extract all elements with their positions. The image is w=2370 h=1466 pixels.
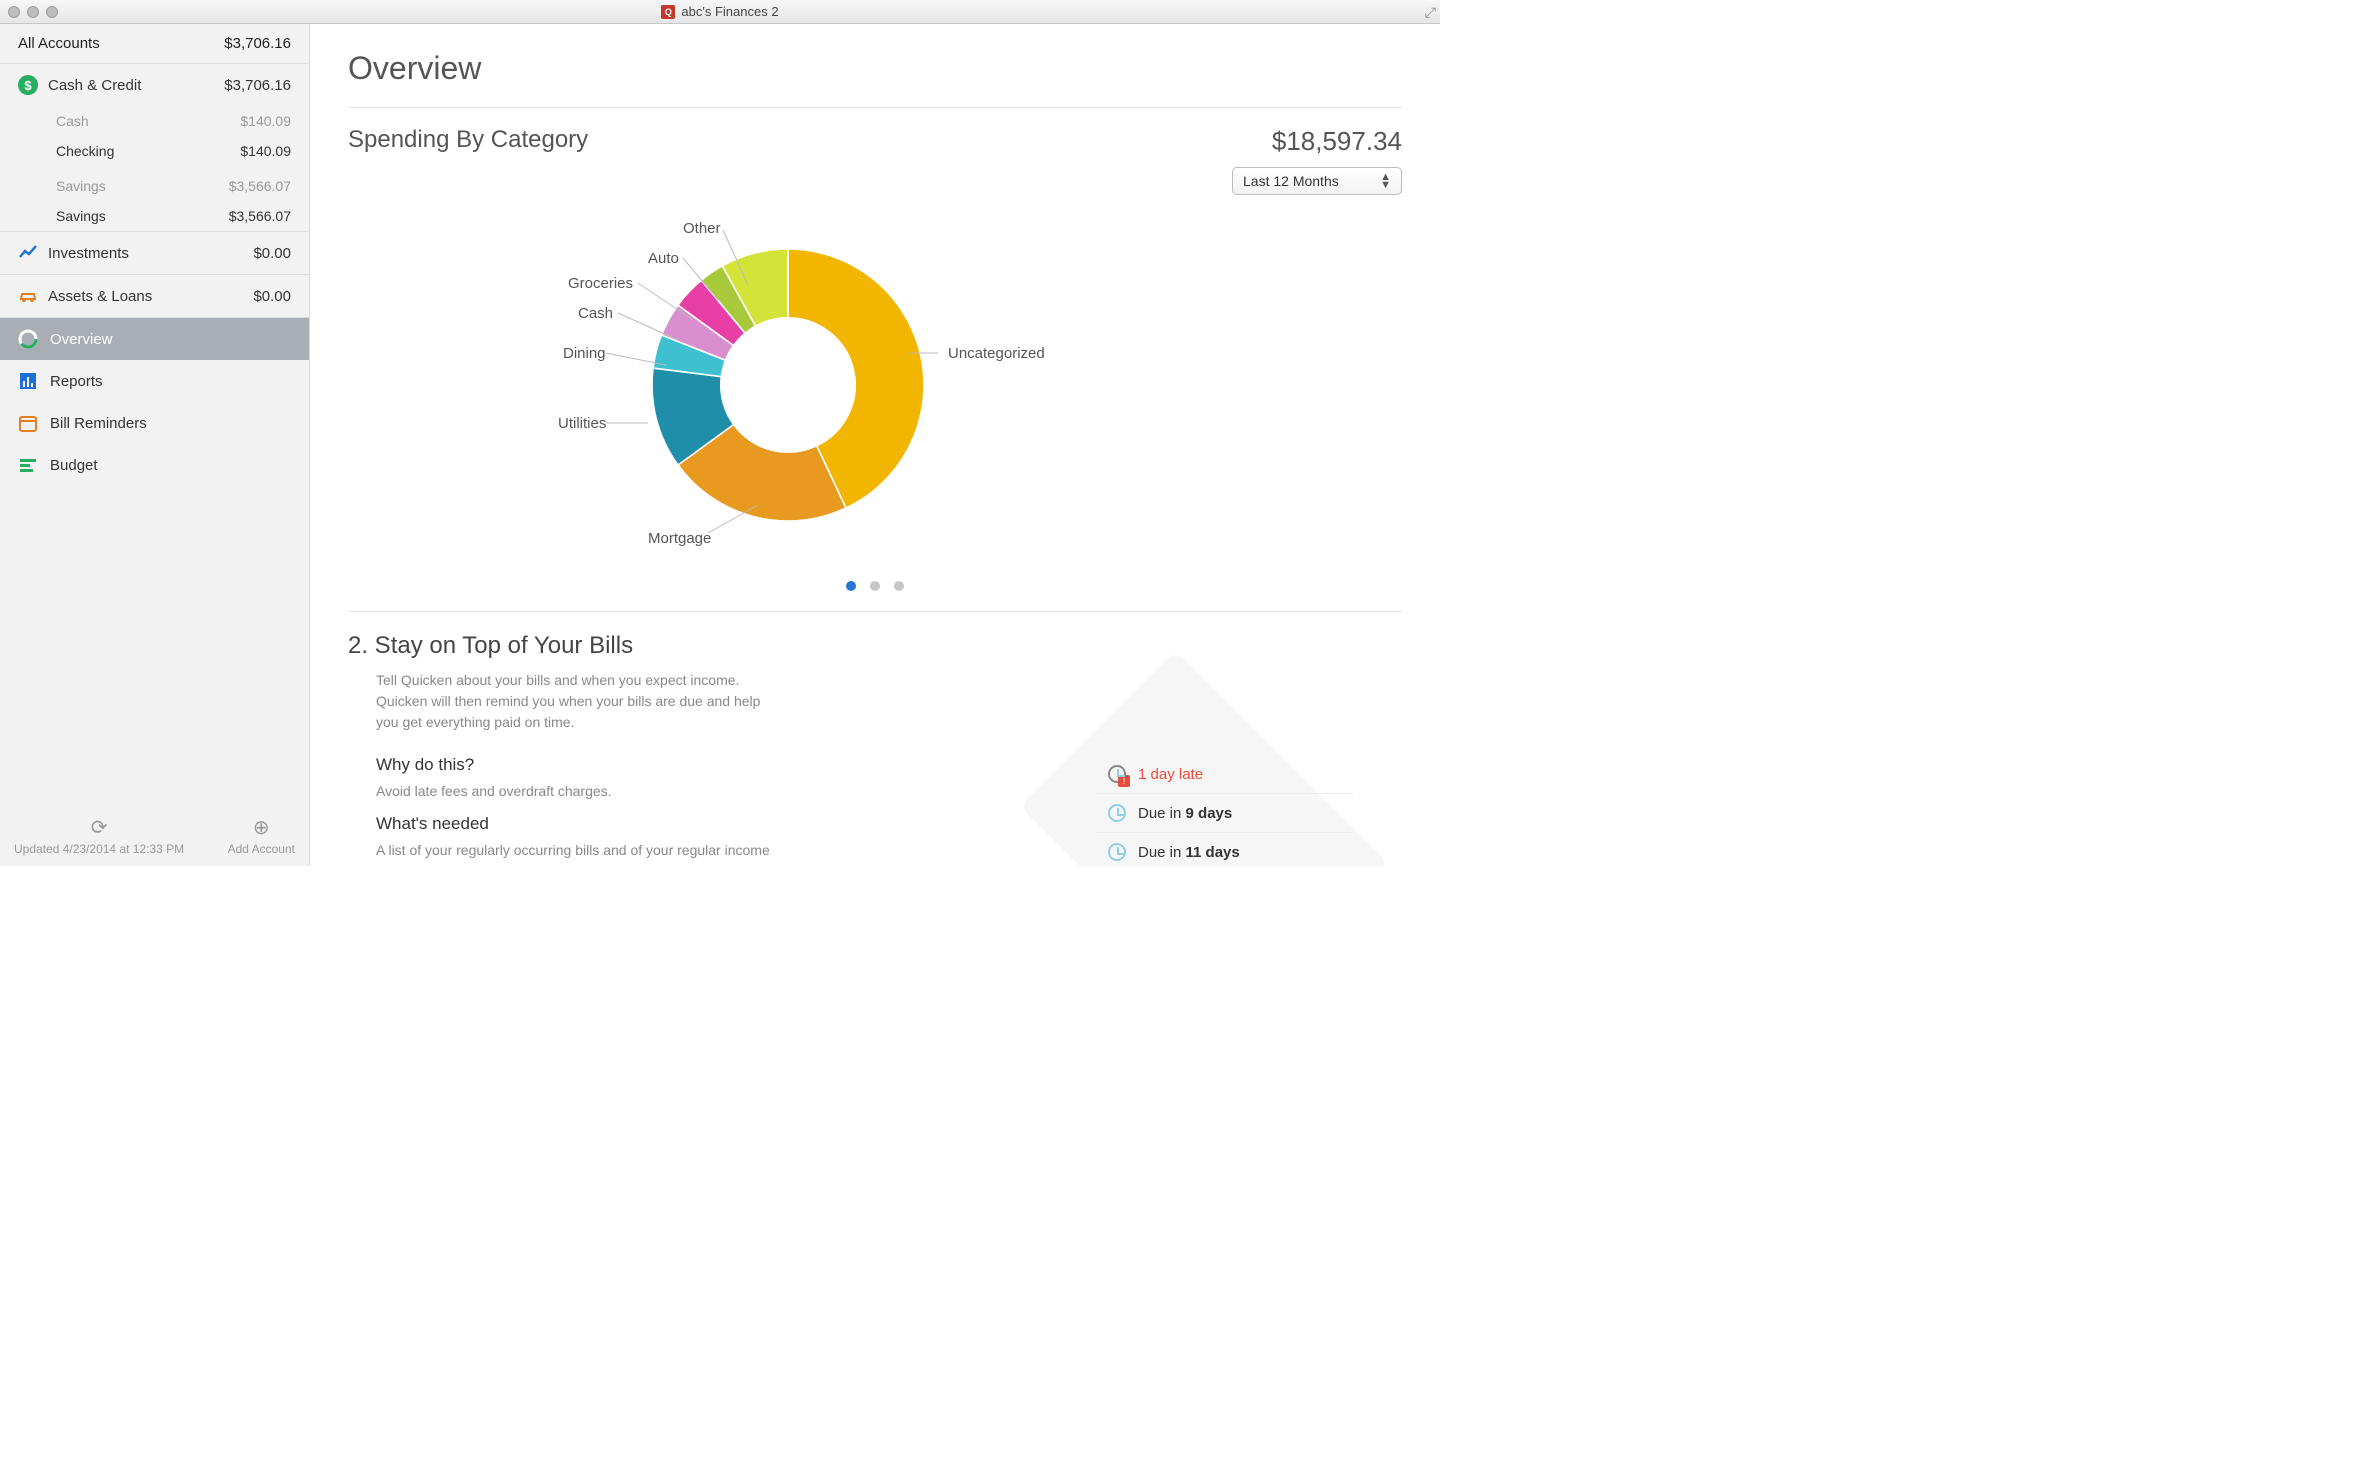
sidebar-savings[interactable]: Savings $3,566.07 bbox=[0, 201, 309, 231]
sidebar-cash-group: Cash $140.09 bbox=[0, 106, 309, 136]
divider bbox=[348, 611, 1402, 612]
all-accounts-amount: $3,706.16 bbox=[224, 35, 291, 52]
sidebar-nav: Overview Reports Bill Reminders Budget bbox=[0, 318, 309, 805]
sidebar-footer: ⟳ Updated 4/23/2014 at 12:33 PM ⊕ Add Ac… bbox=[0, 805, 309, 866]
nav-overview[interactable]: Overview bbox=[0, 318, 309, 360]
refresh-icon: ⟳ bbox=[91, 815, 108, 840]
chart-label-mortgage: Mortgage bbox=[648, 530, 711, 547]
bill-row-11days[interactable]: Due in 11 days bbox=[1094, 833, 1354, 866]
car-icon bbox=[18, 286, 38, 306]
overview-icon bbox=[18, 329, 38, 349]
window-title: Q abc's Finances 2 bbox=[0, 4, 1440, 19]
chart-label-utilities: Utilities bbox=[558, 415, 606, 432]
bill-late-text: 1 day late bbox=[1138, 766, 1203, 783]
bill-row-9days[interactable]: Due in 9 days bbox=[1094, 794, 1354, 833]
dollar-icon: $ bbox=[18, 75, 38, 95]
clock-icon bbox=[1108, 843, 1126, 861]
all-accounts-label: All Accounts bbox=[18, 35, 100, 52]
calendar-icon bbox=[18, 413, 38, 433]
bills-description: Tell Quicken about your bills and when y… bbox=[376, 670, 776, 733]
nav-reports[interactable]: Reports bbox=[0, 360, 309, 402]
add-account-button[interactable]: ⊕ Add Account bbox=[228, 815, 295, 856]
chevron-updown-icon: ▲▼ bbox=[1380, 173, 1391, 189]
sidebar-checking[interactable]: Checking $140.09 bbox=[0, 136, 309, 166]
spending-total: $18,597.34 bbox=[1232, 126, 1402, 157]
spending-title: Spending By Category bbox=[348, 126, 588, 154]
window-title-text: abc's Finances 2 bbox=[681, 4, 778, 19]
window-titlebar: Q abc's Finances 2 ⤢ bbox=[0, 0, 1440, 24]
chart-label-dining: Dining bbox=[563, 345, 606, 362]
carousel-dot-3[interactable] bbox=[894, 581, 904, 591]
bills-heading: 2. Stay on Top of Your Bills bbox=[348, 632, 1402, 660]
chart-label-cash: Cash bbox=[578, 305, 613, 322]
nav-budget[interactable]: Budget bbox=[0, 444, 309, 486]
carousel-dot-1[interactable] bbox=[846, 581, 856, 591]
main-content: Overview Spending By Category $18,597.34… bbox=[310, 24, 1440, 866]
bill-row-late[interactable]: 1 day late bbox=[1094, 755, 1354, 794]
budget-icon bbox=[18, 455, 38, 475]
clock-late-icon bbox=[1108, 765, 1126, 783]
period-label: Last 12 Months bbox=[1243, 173, 1339, 189]
plus-icon: ⊕ bbox=[253, 815, 270, 840]
donut-chart bbox=[628, 225, 948, 545]
sidebar-savings-group: Savings $3,566.07 bbox=[0, 166, 309, 201]
sidebar-assets-loans[interactable]: Assets & Loans $0.00 bbox=[0, 275, 309, 317]
bill-9-text: Due in 9 days bbox=[1138, 805, 1232, 822]
fullscreen-icon[interactable]: ⤢ bbox=[1425, 4, 1436, 21]
sidebar: All Accounts $3,706.16 $Cash & Credit $3… bbox=[0, 24, 310, 866]
upcoming-bills: 1 day late Due in 9 days Due in 11 days bbox=[1094, 755, 1354, 866]
chart-label-auto: Auto bbox=[648, 250, 679, 267]
nav-bill-reminders[interactable]: Bill Reminders bbox=[0, 402, 309, 444]
page-title: Overview bbox=[348, 50, 1402, 87]
bill-11-text: Due in 11 days bbox=[1138, 844, 1240, 861]
need-text: A list of your regularly occurring bills… bbox=[376, 840, 776, 866]
chart-label-uncategorized: Uncategorized bbox=[948, 345, 1045, 362]
spending-chart[interactable]: Uncategorized Mortgage Utilities Dining Cash… bbox=[348, 195, 1402, 575]
refresh-button[interactable]: ⟳ Updated 4/23/2014 at 12:33 PM bbox=[14, 815, 184, 856]
reports-icon bbox=[18, 371, 38, 391]
sidebar-all-accounts[interactable]: All Accounts $3,706.16 bbox=[0, 24, 309, 63]
why-text: Avoid late fees and overdraft charges. bbox=[376, 781, 776, 802]
investments-icon bbox=[18, 243, 38, 263]
chart-label-groceries: Groceries bbox=[568, 275, 633, 292]
divider bbox=[348, 107, 1402, 108]
period-select[interactable]: Last 12 Months ▲▼ bbox=[1232, 167, 1402, 195]
sidebar-investments[interactable]: Investments $0.00 bbox=[0, 232, 309, 274]
clock-icon bbox=[1108, 804, 1126, 822]
chart-label-other: Other bbox=[683, 220, 721, 237]
carousel-dot-2[interactable] bbox=[870, 581, 880, 591]
carousel-dots bbox=[348, 581, 1402, 591]
app-icon: Q bbox=[661, 5, 675, 19]
sidebar-cash-credit[interactable]: $Cash & Credit $3,706.16 bbox=[0, 64, 309, 106]
